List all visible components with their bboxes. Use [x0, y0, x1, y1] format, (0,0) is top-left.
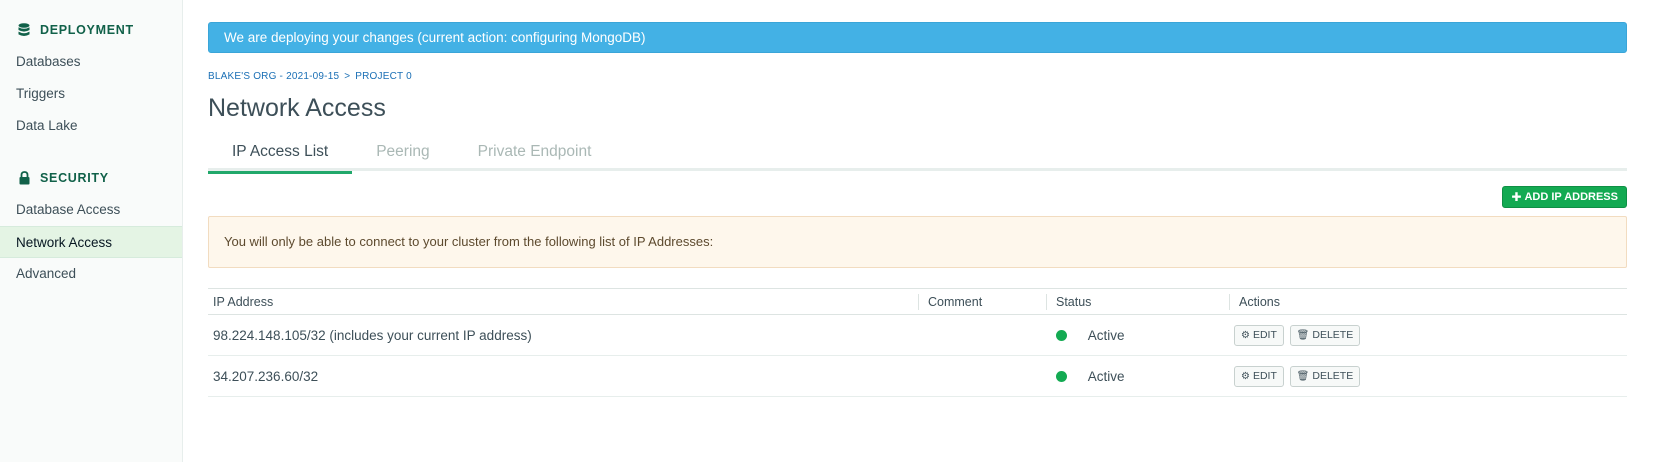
actions-cell: ⚙ EDIT 🗑 DELETE: [1229, 314, 1627, 356]
sidebar-item-advanced[interactable]: Advanced: [0, 258, 182, 290]
plus-icon: ✚: [1511, 190, 1522, 204]
gear-icon: ⚙: [1241, 329, 1250, 341]
ip-list-notice: You will only be able to connect to your…: [208, 216, 1627, 268]
add-ip-address-button[interactable]: ✚ ADD IP ADDRESS: [1502, 186, 1627, 208]
status-active-dot: [1056, 370, 1067, 382]
table-header-row: IP Address Comment Status Actions: [208, 288, 1627, 315]
sidebar-item-triggers[interactable]: Triggers: [0, 78, 182, 110]
delete-label: DELETE: [1312, 329, 1354, 341]
delete-button[interactable]: 🗑 DELETE: [1289, 324, 1361, 346]
ip-address-cell: 34.207.236.60/32: [208, 355, 918, 397]
column-divider: [918, 294, 919, 310]
trash-icon: 🗑: [1296, 329, 1310, 341]
table-row: 34.207.236.60/32 Active ⚙ EDIT 🗑 DELETE: [208, 355, 1627, 397]
edit-button[interactable]: ⚙ EDIT: [1234, 365, 1284, 387]
comment-cell: [918, 355, 1046, 397]
edit-label: EDIT: [1252, 329, 1277, 341]
sidebar-item-databases[interactable]: Databases: [0, 46, 182, 78]
status-cell: Active: [1046, 314, 1229, 356]
sidebar-item-data-lake[interactable]: Data Lake: [0, 110, 182, 142]
database-icon: [18, 23, 30, 37]
tab-bar: IP Access List Peering Private Endpoint: [208, 137, 1627, 174]
gear-icon: ⚙: [1241, 370, 1250, 382]
status-active-dot: [1056, 329, 1067, 341]
status-text: Active: [1087, 368, 1125, 384]
breadcrumb-project-link[interactable]: PROJECT 0: [355, 71, 412, 82]
sidebar: DEPLOYMENT Databases Triggers Data Lake …: [0, 0, 183, 462]
sidebar-section-deployment: DEPLOYMENT: [0, 20, 182, 40]
actions-cell: ⚙ EDIT 🗑 DELETE: [1229, 355, 1627, 397]
column-header-ip-address: IP Address: [208, 288, 918, 315]
sidebar-item-network-access[interactable]: Network Access: [0, 226, 182, 258]
breadcrumb-org-link[interactable]: BLAKE'S ORG - 2021-09-15: [208, 71, 339, 82]
sidebar-section-title: SECURITY: [40, 171, 109, 185]
sidebar-section-security: SECURITY: [0, 168, 182, 188]
tab-ip-access-list[interactable]: IP Access List: [208, 137, 353, 174]
lock-icon: [18, 171, 30, 185]
column-divider: [1046, 294, 1047, 310]
table-row: 98.224.148.105/32 (includes your current…: [208, 314, 1627, 356]
sidebar-item-database-access[interactable]: Database Access: [0, 194, 182, 226]
sidebar-section-title: DEPLOYMENT: [40, 23, 134, 37]
delete-button[interactable]: 🗑 DELETE: [1289, 365, 1361, 387]
column-header-status: Status: [1046, 288, 1229, 315]
toolbar: ✚ ADD IP ADDRESS: [208, 171, 1627, 211]
add-ip-address-label: ADD IP ADDRESS: [1524, 191, 1618, 203]
status-text: Active: [1087, 327, 1125, 343]
edit-button[interactable]: ⚙ EDIT: [1234, 324, 1284, 346]
column-divider: [1229, 294, 1230, 310]
tab-private-endpoint[interactable]: Private Endpoint: [454, 137, 616, 171]
trash-icon: 🗑: [1296, 370, 1310, 382]
page-title: Network Access: [208, 94, 386, 122]
edit-label: EDIT: [1252, 370, 1277, 382]
delete-label: DELETE: [1312, 370, 1354, 382]
column-header-actions: Actions: [1229, 288, 1627, 315]
ip-access-table: IP Address Comment Status Actions 98.224…: [208, 288, 1627, 397]
ip-address-cell: 98.224.148.105/32 (includes your current…: [208, 314, 918, 356]
status-cell: Active: [1046, 355, 1229, 397]
tab-peering[interactable]: Peering: [352, 137, 453, 171]
breadcrumb: BLAKE'S ORG - 2021-09-15 > PROJECT 0: [208, 69, 1627, 83]
comment-cell: [918, 314, 1046, 356]
deploy-banner: We are deploying your changes (current a…: [208, 22, 1627, 53]
main-content: We are deploying your changes (current a…: [208, 0, 1627, 397]
column-header-comment: Comment: [918, 288, 1046, 315]
breadcrumb-separator: >: [344, 70, 351, 82]
